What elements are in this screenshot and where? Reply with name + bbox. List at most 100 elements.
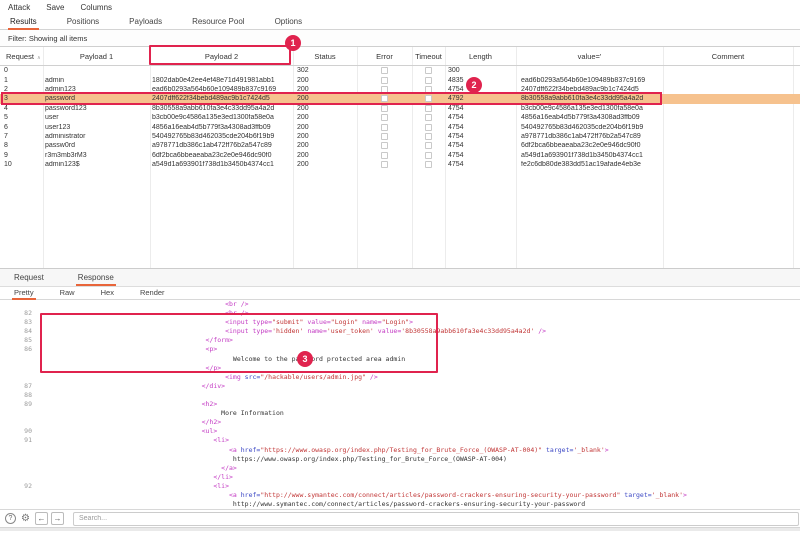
error-checkbox[interactable] xyxy=(381,95,388,102)
error-checkbox[interactable] xyxy=(381,161,388,168)
tab-payloads[interactable]: Payloads xyxy=(127,15,164,29)
table-row[interactable]: 7administrator540492765b83d462035cde204b… xyxy=(0,132,800,141)
cell xyxy=(412,77,445,84)
table-row[interactable]: 1admin1802dab0e42ee4ef48e71d491981abb120… xyxy=(0,75,800,84)
cell xyxy=(412,95,445,102)
tab-response[interactable]: Response xyxy=(76,271,116,286)
timeout-checkbox[interactable] xyxy=(425,67,432,74)
cell: administrator xyxy=(43,133,150,140)
error-checkbox[interactable] xyxy=(381,105,388,112)
cell xyxy=(412,114,445,121)
column-header-payload-2[interactable]: Payload 2 xyxy=(150,52,293,61)
timeout-checkbox[interactable] xyxy=(425,95,432,102)
error-checkbox[interactable] xyxy=(381,152,388,159)
view-tab-pretty[interactable]: Pretty xyxy=(12,287,36,299)
timeout-checkbox[interactable] xyxy=(425,133,432,140)
table-row[interactable]: 5userb3cb00e9c4586a135e3ed1300fa58e0a200… xyxy=(0,113,800,122)
cell xyxy=(412,133,445,140)
error-checkbox[interactable] xyxy=(381,77,388,84)
column-header-request[interactable]: Request∧ xyxy=(0,52,43,61)
table-body: 03023001admin1802dab0e42ee4ef48e71d49198… xyxy=(0,66,800,169)
cell: 540492765b83d462035cde204b6f19b9 xyxy=(516,124,663,131)
cell xyxy=(412,86,445,93)
timeout-checkbox[interactable] xyxy=(425,114,432,121)
table-row[interactable]: 3password2407dff622f34bebd489ac9b1c7424d… xyxy=(0,94,800,103)
cell xyxy=(357,67,412,74)
timeout-checkbox[interactable] xyxy=(425,105,432,112)
help-icon[interactable]: ? xyxy=(5,513,16,524)
tab-resource-pool[interactable]: Resource Pool xyxy=(190,15,246,29)
timeout-checkbox[interactable] xyxy=(425,161,432,168)
cell: 4754 xyxy=(445,114,516,121)
error-checkbox[interactable] xyxy=(381,67,388,74)
menu-item-columns[interactable]: Columns xyxy=(80,3,112,12)
cell: 4754 xyxy=(445,124,516,131)
response-pretty-view[interactable]: <br />82<br />83<input type="submit" val… xyxy=(0,300,800,509)
cell: 200 xyxy=(293,133,357,140)
cell: 4754 xyxy=(445,142,516,149)
column-header-status[interactable]: Status xyxy=(293,52,357,61)
table-row[interactable]: 0302300 xyxy=(0,66,800,75)
cell: 200 xyxy=(293,161,357,168)
code-text: </li> xyxy=(45,473,233,482)
code-line: <br /> xyxy=(0,300,800,309)
timeout-checkbox[interactable] xyxy=(425,142,432,149)
view-tab-raw[interactable]: Raw xyxy=(58,287,77,299)
message-editor-tab-bar: Request Response xyxy=(0,269,800,287)
filter-bar[interactable]: Filter: Showing all items xyxy=(0,30,800,47)
search-back-button[interactable]: ← xyxy=(35,512,48,525)
column-header-payload-1[interactable]: Payload 1 xyxy=(43,52,150,61)
error-checkbox[interactable] xyxy=(381,133,388,140)
menu-item-save[interactable]: Save xyxy=(46,3,64,12)
search-input[interactable] xyxy=(73,512,799,526)
error-checkbox[interactable] xyxy=(381,124,388,131)
cell: admin xyxy=(43,77,150,84)
column-header-value[interactable]: value=' xyxy=(516,52,663,61)
menu-item-attack[interactable]: Attack xyxy=(8,3,30,12)
line-number: 92 xyxy=(0,482,45,491)
timeout-checkbox[interactable] xyxy=(425,77,432,84)
column-header-length[interactable]: Length xyxy=(445,52,516,61)
code-text xyxy=(45,391,49,400)
gear-icon[interactable]: ⚙ xyxy=(19,513,32,524)
arrow-left-icon: ← xyxy=(38,514,46,523)
code-text: </a> xyxy=(45,464,237,473)
table-row[interactable]: 8passw0rda978771db386c1ab472ff76b2a547c8… xyxy=(0,141,800,150)
timeout-checkbox[interactable] xyxy=(425,86,432,93)
tab-request[interactable]: Request xyxy=(12,271,46,286)
view-tab-render[interactable]: Render xyxy=(138,287,167,299)
response-view-tab-bar: Pretty Raw Hex Render xyxy=(0,287,800,300)
table-row[interactable]: 10admin123$a549d1a693901f738d1b3450b4374… xyxy=(0,160,800,169)
error-checkbox[interactable] xyxy=(381,142,388,149)
error-checkbox[interactable] xyxy=(381,86,388,93)
cell: b3cb00e9c4586a135e3ed1300fa58e0a xyxy=(150,114,293,121)
timeout-checkbox[interactable] xyxy=(425,152,432,159)
sort-ascending-icon: ∧ xyxy=(37,55,41,61)
table-row[interactable]: 2admin123ead6b0293a564b60e109489b837c916… xyxy=(0,85,800,94)
tab-positions[interactable]: Positions xyxy=(65,15,101,29)
table-row[interactable]: 6user1234856a16eab4d5b779f3a4308ad3ffb09… xyxy=(0,122,800,131)
error-checkbox[interactable] xyxy=(381,114,388,121)
line-number: 91 xyxy=(0,436,45,445)
cell: 1802dab0e42ee4ef48e71d491981abb1 xyxy=(150,77,293,84)
cell: a549d1a693901f738d1b3450b4374cc1 xyxy=(150,161,293,168)
search-forward-button[interactable]: → xyxy=(51,512,64,525)
timeout-checkbox[interactable] xyxy=(425,124,432,131)
column-header-comment[interactable]: Comment xyxy=(663,52,793,61)
code-text: <li> xyxy=(45,436,229,445)
table-row[interactable]: 4password1238b30558a9abb610fa3e4c33dd95a… xyxy=(0,104,800,113)
table-row[interactable]: 9r3m3mb3rM36df2bca6bbeaeaba23c2e0e946dc9… xyxy=(0,151,800,160)
cell xyxy=(357,142,412,149)
cell: 200 xyxy=(293,86,357,93)
results-table: Request∧Payload 1Payload 2StatusErrorTim… xyxy=(0,47,800,269)
code-text: <input type="submit" value="Login" name=… xyxy=(45,318,413,327)
cell xyxy=(412,67,445,74)
cell: 4754 xyxy=(445,86,516,93)
view-tab-hex[interactable]: Hex xyxy=(99,287,116,299)
tab-results[interactable]: Results xyxy=(8,15,39,29)
cell: 7 xyxy=(0,133,43,140)
code-line: 87</div> xyxy=(0,382,800,391)
tab-options[interactable]: Options xyxy=(273,15,305,29)
column-header-timeout[interactable]: Timeout xyxy=(412,52,445,61)
column-header-error[interactable]: Error xyxy=(357,52,412,61)
